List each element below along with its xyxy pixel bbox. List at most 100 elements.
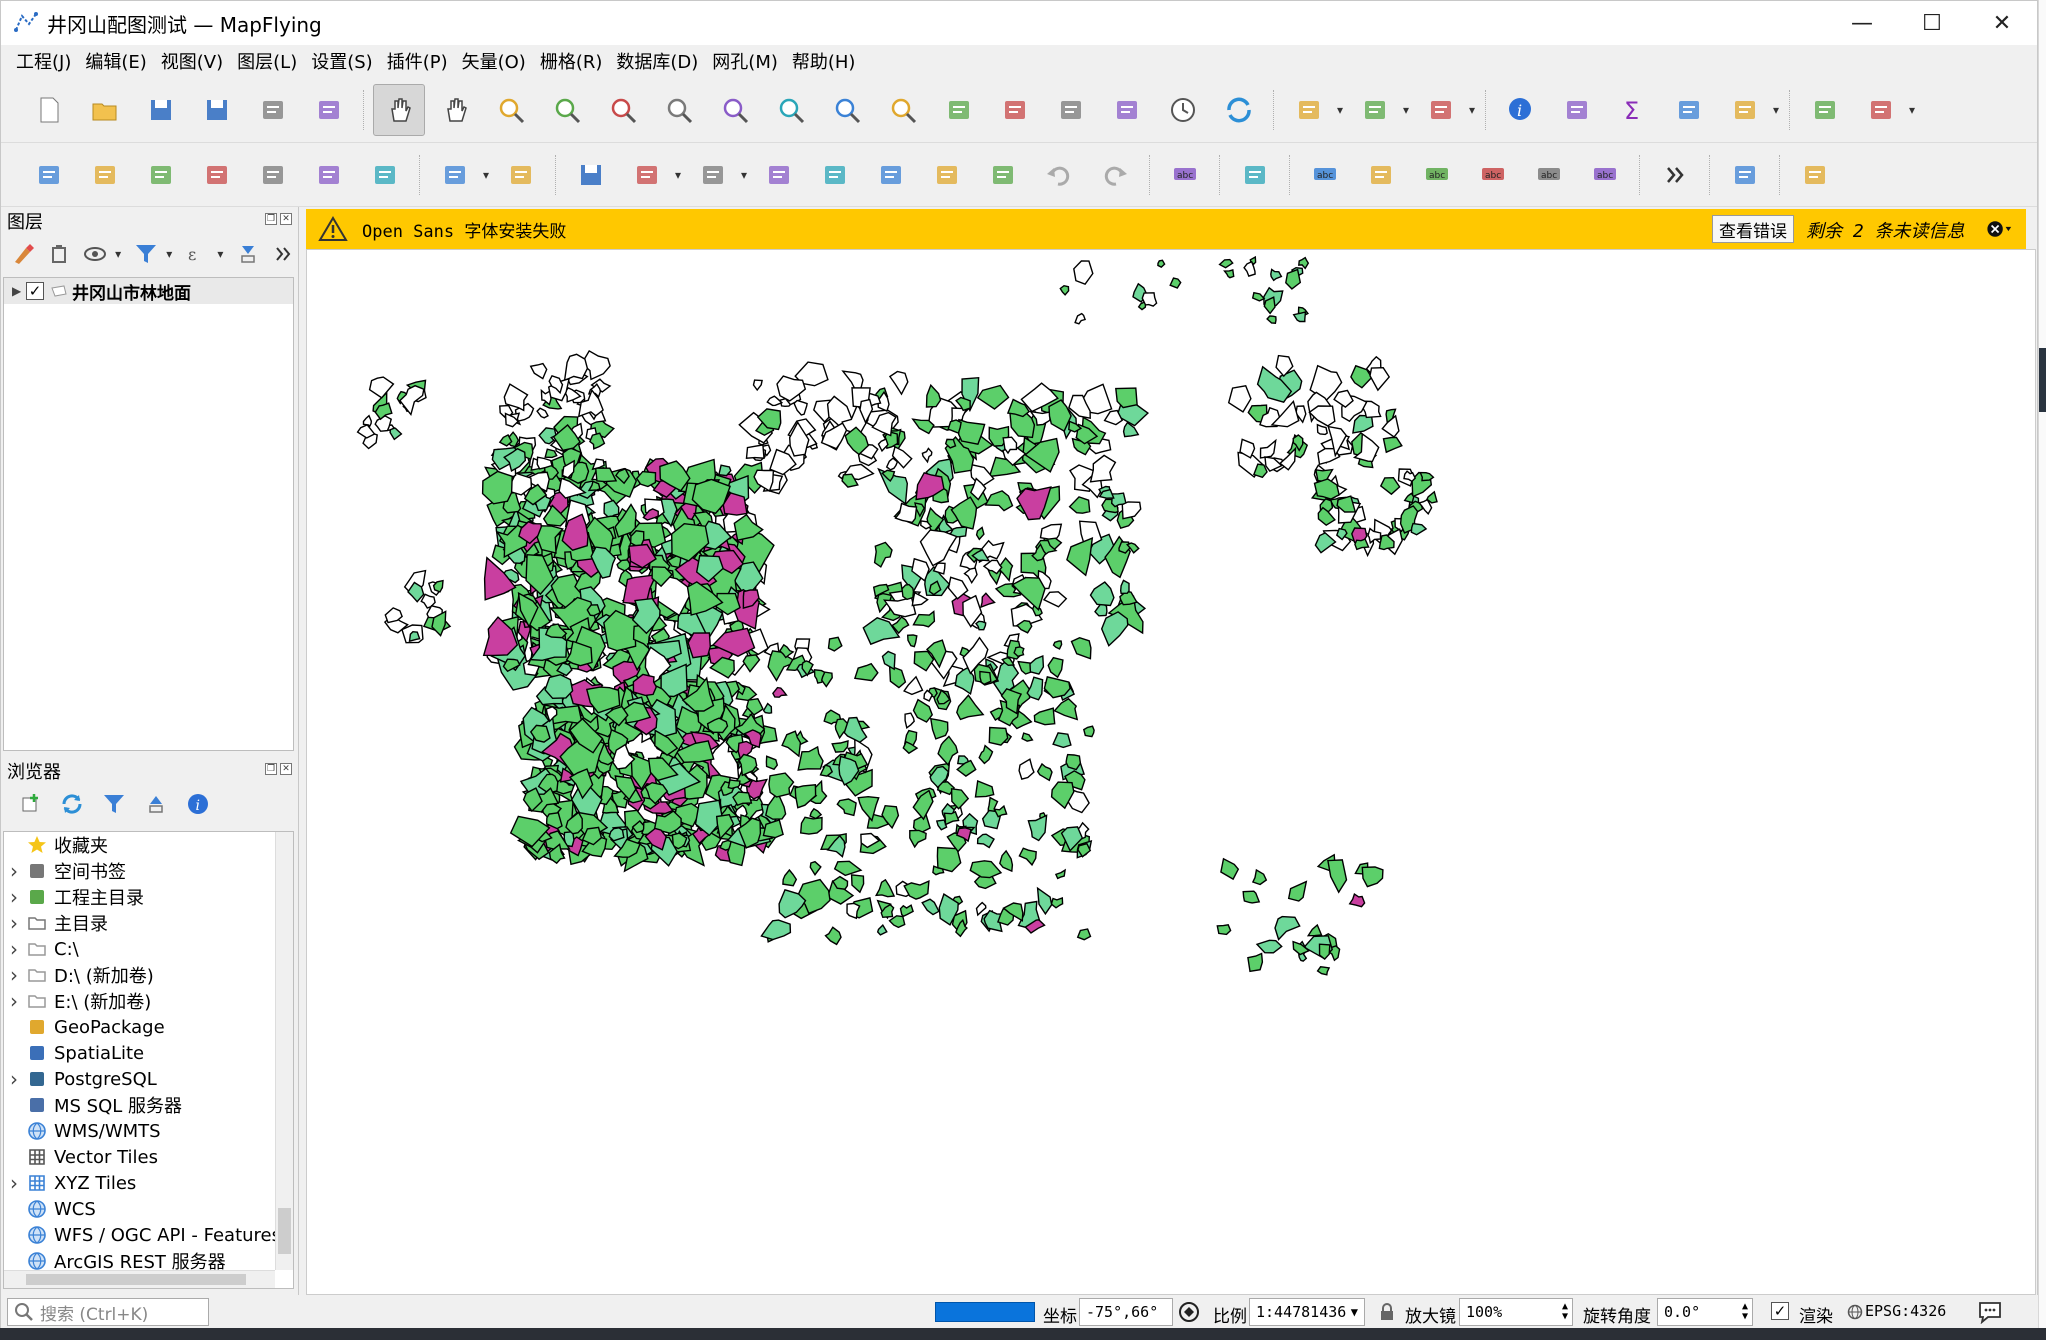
maximize-button[interactable]: ☐ <box>1897 1 1967 45</box>
zoom-to-selection-button[interactable] <box>653 84 705 136</box>
browser-item[interactable]: › C:\ <box>4 936 293 962</box>
change-label-button[interactable]: abc <box>1579 149 1631 201</box>
dropdown-arrow-icon[interactable]: ▾ <box>1333 103 1347 117</box>
magnifier-spinner-icon[interactable]: ▲ ▼ <box>1562 1302 1568 1322</box>
zoom-to-layer-button[interactable] <box>709 84 761 136</box>
magnifier-field[interactable]: 100% ▲ ▼ <box>1459 1298 1573 1326</box>
refresh-icon[interactable] <box>57 789 87 819</box>
style-manager-button[interactable] <box>303 84 355 136</box>
layer-visibility-checkbox[interactable]: ✓ <box>26 282 44 300</box>
expand-arrow-icon[interactable]: › <box>10 989 26 1013</box>
annotation-button[interactable] <box>1799 84 1851 136</box>
measure-button[interactable] <box>1719 84 1771 136</box>
new-temporary-layer-button[interactable] <box>247 149 299 201</box>
add-group-icon[interactable] <box>44 239 73 269</box>
manage-visibility-icon[interactable] <box>80 239 109 269</box>
new-3d-view-button[interactable] <box>1101 84 1153 136</box>
zoom-next-button[interactable] <box>877 84 929 136</box>
save-edits-button[interactable] <box>565 149 617 201</box>
browser-item[interactable]: › 空间书签 <box>4 858 293 884</box>
expand-arrow-icon[interactable]: › <box>10 911 26 935</box>
scale-dropdown-icon[interactable]: ▼ <box>1351 1305 1358 1319</box>
browser-item[interactable]: › 主目录 <box>4 910 293 936</box>
statistics-button[interactable]: Σ <box>1607 84 1659 136</box>
deselect-button[interactable] <box>1415 84 1467 136</box>
save-project-button[interactable] <box>135 84 187 136</box>
zoom-in-button[interactable] <box>485 84 537 136</box>
pan-to-selection-button[interactable] <box>429 84 481 136</box>
close-button[interactable]: ✕ <box>1967 1 2037 45</box>
save-as-button[interactable] <box>191 84 243 136</box>
show-bookmarks-button[interactable] <box>989 84 1041 136</box>
close-message-icon[interactable] <box>1986 215 2014 243</box>
expand-all-icon[interactable] <box>233 239 262 269</box>
redo-button[interactable] <box>1089 149 1141 201</box>
lock-scale-icon[interactable] <box>1379 1303 1395 1321</box>
expand-arrow-icon[interactable]: › <box>10 963 26 987</box>
browser-item[interactable]: › PostgreSQL <box>4 1066 293 1092</box>
layer-row[interactable]: ▶ ✓ 井冈山市林地面 <box>4 278 293 304</box>
new-shapefile-layer-button[interactable] <box>135 149 187 201</box>
toggle-editing-button[interactable] <box>495 149 547 201</box>
add-layer-icon[interactable] <box>15 789 45 819</box>
visibility-dropdown-icon[interactable]: ▾ <box>111 247 125 261</box>
menu-settings[interactable]: 设置(S) <box>304 48 379 74</box>
layer-styling-icon[interactable] <box>9 239 38 269</box>
rotate-label-button[interactable]: abc <box>1523 149 1575 201</box>
expand-arrow-icon[interactable]: › <box>10 885 26 909</box>
browser-item[interactable]: WMS/WMTS <box>4 1118 293 1144</box>
print-layout-button[interactable] <box>247 84 299 136</box>
data-source-manager-button[interactable] <box>23 149 75 201</box>
menu-help[interactable]: 帮助(H) <box>785 48 863 74</box>
map-canvas[interactable] <box>306 249 2036 1295</box>
zoom-last-button[interactable] <box>821 84 873 136</box>
pan-button[interactable] <box>373 83 425 136</box>
new-geopackage-layer-button[interactable] <box>79 149 131 201</box>
menu-edit[interactable]: 编辑(E) <box>78 48 153 74</box>
expand-arrow-icon[interactable]: › <box>10 859 26 883</box>
more-tools-button[interactable] <box>1649 149 1701 201</box>
browser-item[interactable]: Vector Tiles <box>4 1144 293 1170</box>
expand-arrow-icon[interactable]: ▶ <box>12 284 26 298</box>
crs-label[interactable]: EPSG:4326 <box>1865 1302 1946 1320</box>
select-by-value-button[interactable] <box>1349 84 1401 136</box>
menu-mesh[interactable]: 网孔(M) <box>705 48 785 74</box>
filter-legend-icon[interactable] <box>131 239 160 269</box>
view-errors-button[interactable]: 查看错误 <box>1712 215 1794 243</box>
current-edits-button[interactable] <box>429 149 481 201</box>
expand-arrow-icon[interactable]: › <box>10 1171 26 1195</box>
vertex-tool-button[interactable] <box>687 149 739 201</box>
zoom-full-button[interactable] <box>597 84 649 136</box>
menu-project[interactable]: 工程(J) <box>9 48 78 74</box>
new-virtual-layer-button[interactable] <box>303 149 355 201</box>
delete-selected-button[interactable] <box>809 149 861 201</box>
help-button[interactable] <box>1719 149 1771 201</box>
cut-features-button[interactable] <box>865 149 917 201</box>
browser-item[interactable]: › 工程主目录 <box>4 884 293 910</box>
copy-features-button[interactable] <box>921 149 973 201</box>
info-icon[interactable]: i <box>183 789 213 819</box>
label-button[interactable]: abc <box>1159 149 1211 201</box>
browser-item[interactable]: GeoPackage <box>4 1014 293 1040</box>
attribute-table-button[interactable] <box>1551 84 1603 136</box>
field-calculator-button[interactable] <box>1663 84 1715 136</box>
locator-search-input[interactable]: 搜索 (Ctrl+K) <box>7 1298 209 1326</box>
processing-toolbox-button[interactable] <box>1855 84 1907 136</box>
expression-dropdown-icon[interactable]: ▾ <box>213 247 227 261</box>
dropdown-arrow-icon[interactable]: ▾ <box>1465 103 1479 117</box>
map-tips-button[interactable] <box>1045 84 1097 136</box>
float-panel-icon[interactable]: ❐ <box>265 763 277 775</box>
new-mesh-layer-button[interactable] <box>359 149 411 201</box>
diagram-button[interactable] <box>1229 149 1281 201</box>
zoom-native-button[interactable] <box>765 84 817 136</box>
show-hide-labels-button[interactable]: abc <box>1411 149 1463 201</box>
menu-database[interactable]: 数据库(D) <box>609 48 705 74</box>
vertical-scrollbar[interactable] <box>275 832 293 1270</box>
rotation-field[interactable]: 0.0° ▲ ▼ <box>1657 1298 1753 1326</box>
messages-icon[interactable] <box>1977 1300 2003 1324</box>
new-spatialite-layer-button[interactable] <box>191 149 243 201</box>
render-checkbox[interactable]: ✓ <box>1771 1302 1789 1320</box>
add-feature-button[interactable] <box>621 149 673 201</box>
dropdown-arrow-icon[interactable]: ▾ <box>1769 103 1783 117</box>
browser-item[interactable]: SpatiaLite <box>4 1040 293 1066</box>
